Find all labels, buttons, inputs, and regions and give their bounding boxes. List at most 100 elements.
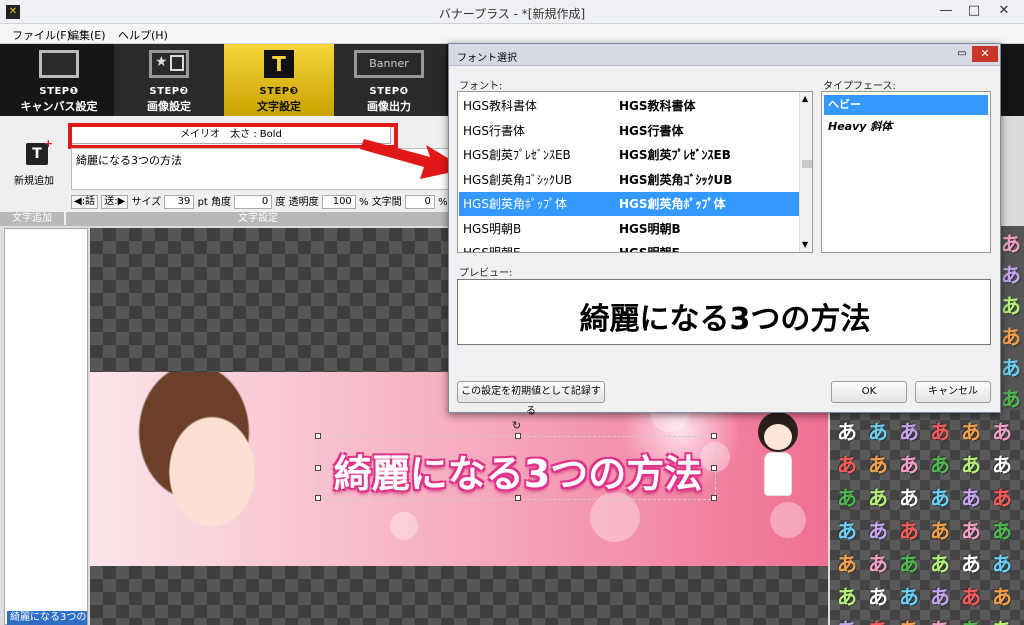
resize-handle[interactable] — [711, 433, 717, 439]
style-sample[interactable]: あ — [987, 482, 1017, 511]
step-number: STEP❷ — [149, 86, 189, 97]
scroll-down-icon[interactable]: ▼ — [802, 240, 808, 249]
style-sample[interactable]: あ — [925, 416, 955, 445]
style-sample[interactable]: あ — [832, 614, 862, 625]
style-sample[interactable]: あ — [832, 515, 862, 544]
style-sample[interactable]: あ — [956, 449, 986, 478]
opacity-stepper[interactable]: 100 — [321, 195, 356, 209]
rotate-handle-icon[interactable]: ↻ — [512, 419, 521, 432]
style-sample[interactable]: あ — [894, 515, 924, 544]
prev-button[interactable]: ◀:話 — [71, 195, 99, 209]
style-sample[interactable]: あ — [863, 581, 893, 610]
style-sample[interactable]: あ — [987, 416, 1017, 445]
font-name: HGS創英角ﾎﾟｯﾌﾟ体 — [463, 197, 567, 211]
font-list-item[interactable]: HGS創英ﾌﾟﾚｾﾞﾝｽEB HGS創英ﾌﾟﾚｾﾞﾝｽEB — [459, 143, 799, 167]
style-sample[interactable]: あ — [894, 449, 924, 478]
font-list-item[interactable]: HGS行書体 HGS行書体 — [459, 119, 799, 143]
scroll-up-icon[interactable]: ▲ — [802, 94, 808, 103]
font-list-item[interactable]: HGS創英角ﾎﾟｯﾌﾟ体 HGS創英角ﾎﾟｯﾌﾟ体 — [459, 192, 799, 216]
layer-item[interactable]: 綺麗になる3つの… — [7, 611, 87, 625]
typeface-item[interactable]: Heavy 斜体 — [824, 117, 988, 137]
style-sample[interactable]: あ — [832, 548, 862, 577]
style-sample[interactable]: あ — [925, 614, 955, 625]
minimize-button[interactable]: — — [934, 2, 958, 20]
style-sample[interactable]: あ — [925, 548, 955, 577]
resize-handle[interactable] — [515, 495, 521, 501]
save-default-button[interactable]: この設定を初期値として記録する — [457, 381, 605, 417]
preview-text: 綺麗になる3つの方法 — [579, 302, 871, 337]
step-image-output[interactable]: Banner STEP❹ 画像出力 — [334, 44, 446, 116]
style-sample[interactable]: あ — [956, 515, 986, 544]
font-list-scrollbar[interactable]: ▲ ▼ — [799, 92, 812, 252]
style-sample[interactable]: あ — [863, 482, 893, 511]
add-text-button[interactable]: 新規追加 — [14, 172, 54, 187]
style-sample[interactable]: あ — [832, 449, 862, 478]
font-list-item[interactable]: HGS明朝B HGS明朝B — [459, 217, 799, 241]
font-name: HGS明朝E — [463, 246, 521, 253]
resize-handle[interactable] — [315, 433, 321, 439]
step-canvas-settings[interactable]: STEP❶ キャンバス設定 — [4, 44, 114, 116]
font-list-item[interactable]: HGS明朝E HGS明朝E — [459, 241, 799, 253]
style-sample[interactable]: あ — [894, 614, 924, 625]
resize-handle[interactable] — [315, 465, 321, 471]
font-list-item[interactable]: HGS教科書体 HGS教科書体 — [459, 94, 799, 118]
next-button[interactable]: 送:▶ — [101, 195, 129, 209]
typeface-list[interactable]: ヘビー Heavy 斜体 — [821, 91, 991, 253]
resize-handle[interactable] — [515, 433, 521, 439]
resize-handle[interactable] — [315, 495, 321, 501]
style-sample[interactable]: あ — [894, 548, 924, 577]
ok-button[interactable]: OK — [831, 381, 907, 403]
style-sample[interactable]: あ — [987, 614, 1017, 625]
style-sample[interactable]: あ — [925, 515, 955, 544]
text-object[interactable]: 綺麗になる3つの方法 — [315, 433, 717, 501]
size-stepper[interactable]: 39 — [164, 195, 195, 209]
style-sample[interactable]: あ — [987, 581, 1017, 610]
style-sample[interactable]: あ — [925, 449, 955, 478]
font-sample: HGS教科書体 — [619, 99, 696, 113]
menu-edit[interactable]: 編集(E) — [68, 27, 106, 43]
angle-stepper[interactable]: 0 — [234, 195, 273, 209]
maximize-button[interactable]: □ — [962, 2, 986, 20]
style-sample[interactable]: あ — [987, 449, 1017, 478]
style-sample[interactable]: あ — [956, 614, 986, 625]
typeface-item[interactable]: ヘビー — [824, 95, 988, 115]
resize-handle[interactable] — [711, 465, 717, 471]
resize-handle[interactable] — [711, 495, 717, 501]
style-sample[interactable]: あ — [894, 581, 924, 610]
style-sample[interactable]: あ — [925, 482, 955, 511]
style-sample[interactable]: あ — [832, 416, 862, 445]
scrollbar-thumb[interactable] — [802, 160, 812, 168]
size-unit: pt — [197, 197, 208, 208]
style-sample[interactable]: あ — [863, 449, 893, 478]
style-sample[interactable]: あ — [987, 548, 1017, 577]
cancel-button[interactable]: キャンセル — [915, 381, 991, 403]
style-sample[interactable]: あ — [832, 581, 862, 610]
style-sample[interactable]: あ — [894, 416, 924, 445]
window-title: バナープラス - *[新規作成] — [438, 7, 586, 21]
step-text-settings[interactable]: T STEP❸ 文字設定 — [224, 44, 334, 116]
style-sample[interactable]: あ — [863, 548, 893, 577]
spacing-stepper[interactable]: 0 — [404, 195, 435, 209]
style-sample[interactable]: あ — [956, 482, 986, 511]
section-label-text: 文字設定 — [66, 212, 450, 226]
style-sample[interactable]: あ — [925, 581, 955, 610]
style-sample[interactable]: あ — [956, 548, 986, 577]
style-sample[interactable]: あ — [832, 482, 862, 511]
close-button[interactable]: ✕ — [992, 2, 1016, 20]
menu-help[interactable]: ヘルプ(H) — [118, 27, 168, 43]
dialog-minimize-button[interactable]: ▭ — [954, 48, 970, 60]
add-text-icon[interactable]: T + — [26, 138, 53, 165]
dialog-close-button[interactable]: ✕ — [972, 46, 998, 62]
style-sample[interactable]: あ — [987, 515, 1017, 544]
step-image-settings[interactable]: ★ STEP❷ 画像設定 — [114, 44, 224, 116]
style-sample[interactable]: あ — [863, 614, 893, 625]
style-sample[interactable]: あ — [863, 416, 893, 445]
text-icon: T — [264, 50, 294, 78]
style-sample[interactable]: あ — [894, 482, 924, 511]
menu-file[interactable]: ファイル(F) — [12, 27, 71, 43]
font-list-item[interactable]: HGS創英角ｺﾞｼｯｸUB HGS創英角ｺﾞｼｯｸUB — [459, 168, 799, 192]
style-sample[interactable]: あ — [956, 416, 986, 445]
font-list[interactable]: HGS教科書体 HGS教科書体 HGS行書体 HGS行書体 HGS創英ﾌﾟﾚｾﾞﾝｽEB… — [457, 91, 813, 253]
style-sample[interactable]: あ — [956, 581, 986, 610]
style-sample[interactable]: あ — [863, 515, 893, 544]
